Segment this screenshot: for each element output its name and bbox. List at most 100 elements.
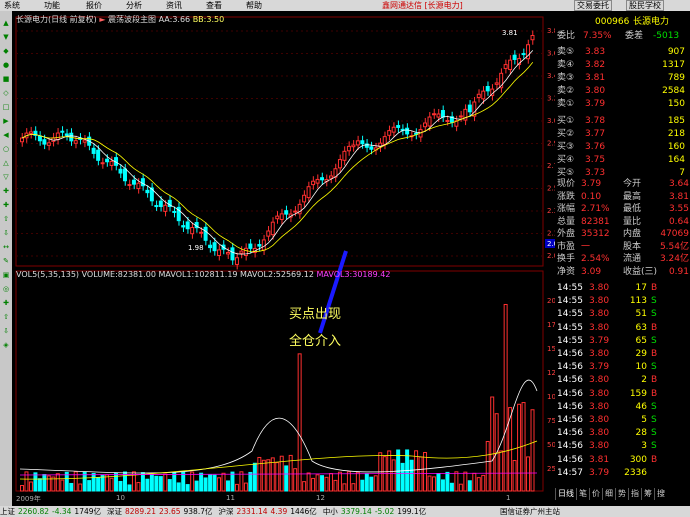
tick-direction: S bbox=[651, 309, 657, 320]
toolbar-icon[interactable]: ✚ bbox=[1, 201, 11, 209]
volume-pane-border bbox=[15, 270, 544, 492]
panel-tab[interactable]: 笔 bbox=[576, 488, 589, 500]
ask-row: 卖④ 3.82 1317 bbox=[555, 60, 690, 71]
chart-area[interactable]: 3.81 3.63 3.45 3.27 3.09 2.91 2.73 2.55 2.37 2.19… bbox=[12, 11, 555, 506]
toolbar-icon[interactable]: ◀ bbox=[1, 131, 11, 139]
toolbar-icon[interactable]: ↔ bbox=[1, 243, 11, 251]
bid-row: 买⑤ 3.73 7 bbox=[555, 168, 690, 179]
volume-bar bbox=[387, 450, 392, 492]
stat-label: 涨跌 bbox=[557, 191, 576, 202]
tick-direction: S bbox=[651, 401, 657, 412]
toolbar-icon[interactable]: ○ bbox=[1, 145, 11, 153]
volume-bar bbox=[167, 479, 172, 492]
panel-tab[interactable]: 势 bbox=[615, 488, 628, 500]
candle-body bbox=[342, 150, 347, 161]
candle-body bbox=[476, 93, 481, 99]
bid-price: 3.75 bbox=[585, 155, 606, 165]
toolbar-icon[interactable]: ▲ bbox=[1, 19, 11, 27]
volume-bar bbox=[293, 468, 298, 492]
volume-tick-label: 17500 bbox=[547, 321, 555, 329]
menu-news[interactable]: 资讯 bbox=[166, 0, 182, 11]
toolbar-icon[interactable]: ■ bbox=[1, 75, 11, 83]
menu-function[interactable]: 功能 bbox=[44, 0, 60, 11]
toolbar-icon[interactable]: ◇ bbox=[1, 89, 11, 97]
panel-tab[interactable]: 日线 bbox=[555, 488, 576, 500]
toolbar-icon[interactable]: ◆ bbox=[1, 47, 11, 55]
candle-body bbox=[481, 90, 486, 100]
volume-bar bbox=[526, 456, 531, 492]
index-item[interactable]: 中小 3379.14 -5.02 199.1亿 bbox=[323, 506, 429, 517]
tick-row: 14:55 3.80 51 S bbox=[555, 309, 690, 320]
indicator-name[interactable]: 震荡波段主图 bbox=[108, 15, 156, 24]
candle-body bbox=[467, 104, 472, 113]
volume-bar bbox=[127, 484, 132, 492]
panel-tab[interactable]: 指 bbox=[628, 488, 641, 500]
tick-direction: S bbox=[651, 441, 657, 452]
panel-tab[interactable]: 筹 bbox=[641, 488, 654, 500]
menu-view[interactable]: 查看 bbox=[206, 0, 222, 11]
menu-help[interactable]: 帮助 bbox=[246, 0, 262, 11]
stat-label: 净资 bbox=[557, 266, 576, 277]
volume-bar bbox=[337, 471, 342, 492]
tick-time: 14:56 bbox=[557, 415, 583, 425]
toolbar-icon[interactable]: ✚ bbox=[1, 187, 11, 195]
volume-bar bbox=[91, 472, 96, 492]
volume-bar bbox=[105, 474, 110, 492]
toolbar-icon[interactable]: ✚ bbox=[1, 299, 11, 307]
stat-label: 量比 bbox=[623, 216, 642, 227]
toolbar-icon[interactable]: ▶ bbox=[1, 117, 11, 125]
index-label: 上证 bbox=[0, 507, 15, 516]
volume-bar bbox=[432, 476, 436, 492]
candle-body bbox=[131, 179, 136, 185]
index-value: 2260.82 bbox=[18, 507, 50, 516]
trade-order-button[interactable]: 交易委托 bbox=[574, 0, 612, 11]
tick-time: 14:56 bbox=[557, 454, 583, 465]
volume-legend-text: VOL5(5,35,135) VOLUME:82381.00 MAVOL1:10… bbox=[16, 270, 314, 279]
toolbar-icon[interactable]: ● bbox=[1, 61, 11, 69]
candle-body bbox=[46, 142, 51, 146]
panel-tab[interactable]: 细 bbox=[602, 488, 615, 500]
candle-body bbox=[360, 140, 365, 145]
index-amount: 1749亿 bbox=[74, 507, 102, 516]
toolbar-icon[interactable]: ⇩ bbox=[1, 327, 11, 335]
toolbar-icon[interactable]: ⇧ bbox=[1, 215, 11, 223]
toolbar-icon[interactable]: ⇩ bbox=[1, 229, 11, 237]
ask-row: 卖③ 3.81 789 bbox=[555, 73, 690, 84]
toolbar-icon[interactable]: ▼ bbox=[1, 33, 11, 41]
stat-value: 3.55 bbox=[668, 204, 689, 214]
candle-body bbox=[440, 110, 445, 118]
menu-analysis[interactable]: 分析 bbox=[126, 0, 142, 11]
index-label: 深证 bbox=[107, 507, 123, 516]
candle-body bbox=[279, 213, 284, 220]
index-item[interactable]: 上证 2260.82 -4.34 1749亿 bbox=[0, 506, 104, 517]
panel-tab[interactable]: 搜 bbox=[654, 488, 667, 500]
tick-time: 14:55 bbox=[557, 283, 583, 293]
toolbar-icon[interactable]: ⇧ bbox=[1, 313, 11, 321]
tick-direction: S bbox=[651, 296, 657, 307]
investor-school-button[interactable]: 股民学校 bbox=[626, 0, 664, 11]
menu-system[interactable]: 系统 bbox=[4, 0, 20, 11]
toolbar-icon[interactable]: ◎ bbox=[1, 285, 11, 293]
toolbar-icon[interactable]: ▣ bbox=[1, 271, 11, 279]
toolbar-icon[interactable]: ◈ bbox=[1, 341, 11, 349]
menu-quotes[interactable]: 报价 bbox=[86, 0, 102, 11]
volume-bar bbox=[324, 476, 329, 492]
stat-row: 净资 3.09 收益(三) 0.91 bbox=[555, 267, 690, 278]
toolbar-icon[interactable]: ▽ bbox=[1, 173, 11, 181]
index-item[interactable]: 沪深 2331.14 4.39 1446亿 bbox=[219, 506, 320, 517]
date-axis-label: 12 bbox=[316, 494, 325, 502]
tick-price: 3.80 bbox=[589, 309, 610, 320]
volume-tick-label: 2500 bbox=[547, 465, 555, 473]
index-item[interactable]: 深证 8289.21 23.65 938.7亿 bbox=[107, 506, 215, 517]
volume-bar bbox=[136, 482, 141, 492]
stat-value: 3.64 bbox=[668, 179, 689, 189]
candle-body bbox=[387, 130, 392, 136]
toolbar-icon[interactable]: □ bbox=[1, 103, 11, 111]
panel-tab[interactable]: 价 bbox=[589, 488, 602, 500]
volume-bar bbox=[114, 472, 119, 492]
toolbar-icon[interactable]: ✎ bbox=[1, 257, 11, 265]
weibi-label: 委比 bbox=[557, 31, 576, 41]
candle-body bbox=[530, 35, 535, 41]
toolbar-icon[interactable]: △ bbox=[1, 159, 11, 167]
candle-body bbox=[369, 146, 374, 150]
